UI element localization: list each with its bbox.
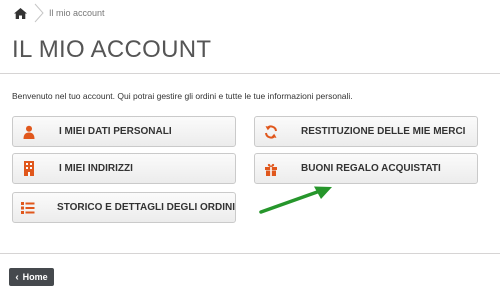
divider <box>0 253 500 254</box>
button-label: STORICO E DETTAGLI DEGLI ORDINI <box>57 202 235 213</box>
gift-vouchers-button[interactable]: BUONI REGALO ACQUISTATI <box>254 153 478 184</box>
returns-button[interactable]: RESTITUZIONE DELLE MIE MERCI <box>254 116 478 147</box>
page-title: IL MIO ACCOUNT <box>12 36 212 63</box>
gift-icon <box>255 154 287 183</box>
button-label: I MIEI DATI PERSONALI <box>59 126 172 137</box>
my-addresses-button[interactable]: I MIEI INDIRIZZI <box>12 153 236 184</box>
building-icon <box>13 154 45 183</box>
home-button[interactable]: ‹ Home <box>9 268 54 286</box>
button-label: BUONI REGALO ACQUISTATI <box>301 163 441 174</box>
button-label: RESTITUZIONE DELLE MIE MERCI <box>301 126 466 137</box>
button-label: I MIEI INDIRIZZI <box>59 163 133 174</box>
breadcrumb-current: Il mio account <box>49 8 105 18</box>
list-icon <box>13 193 43 222</box>
refresh-icon <box>255 117 287 146</box>
my-personal-data-button[interactable]: I MIEI DATI PERSONALI <box>12 116 236 147</box>
user-icon <box>13 117 45 146</box>
order-history-button[interactable]: STORICO E DETTAGLI DEGLI ORDINI <box>12 192 236 223</box>
green-arrow-annotation <box>259 186 332 214</box>
chevron-left-icon: ‹ <box>15 271 19 283</box>
breadcrumb-separator <box>34 3 44 23</box>
home-icon[interactable] <box>13 6 27 20</box>
intro-text: Benvenuto nel tuo account. Qui potrai ge… <box>12 91 353 101</box>
home-button-label: Home <box>22 272 48 282</box>
breadcrumb: Il mio account <box>13 3 105 23</box>
divider <box>0 73 500 74</box>
